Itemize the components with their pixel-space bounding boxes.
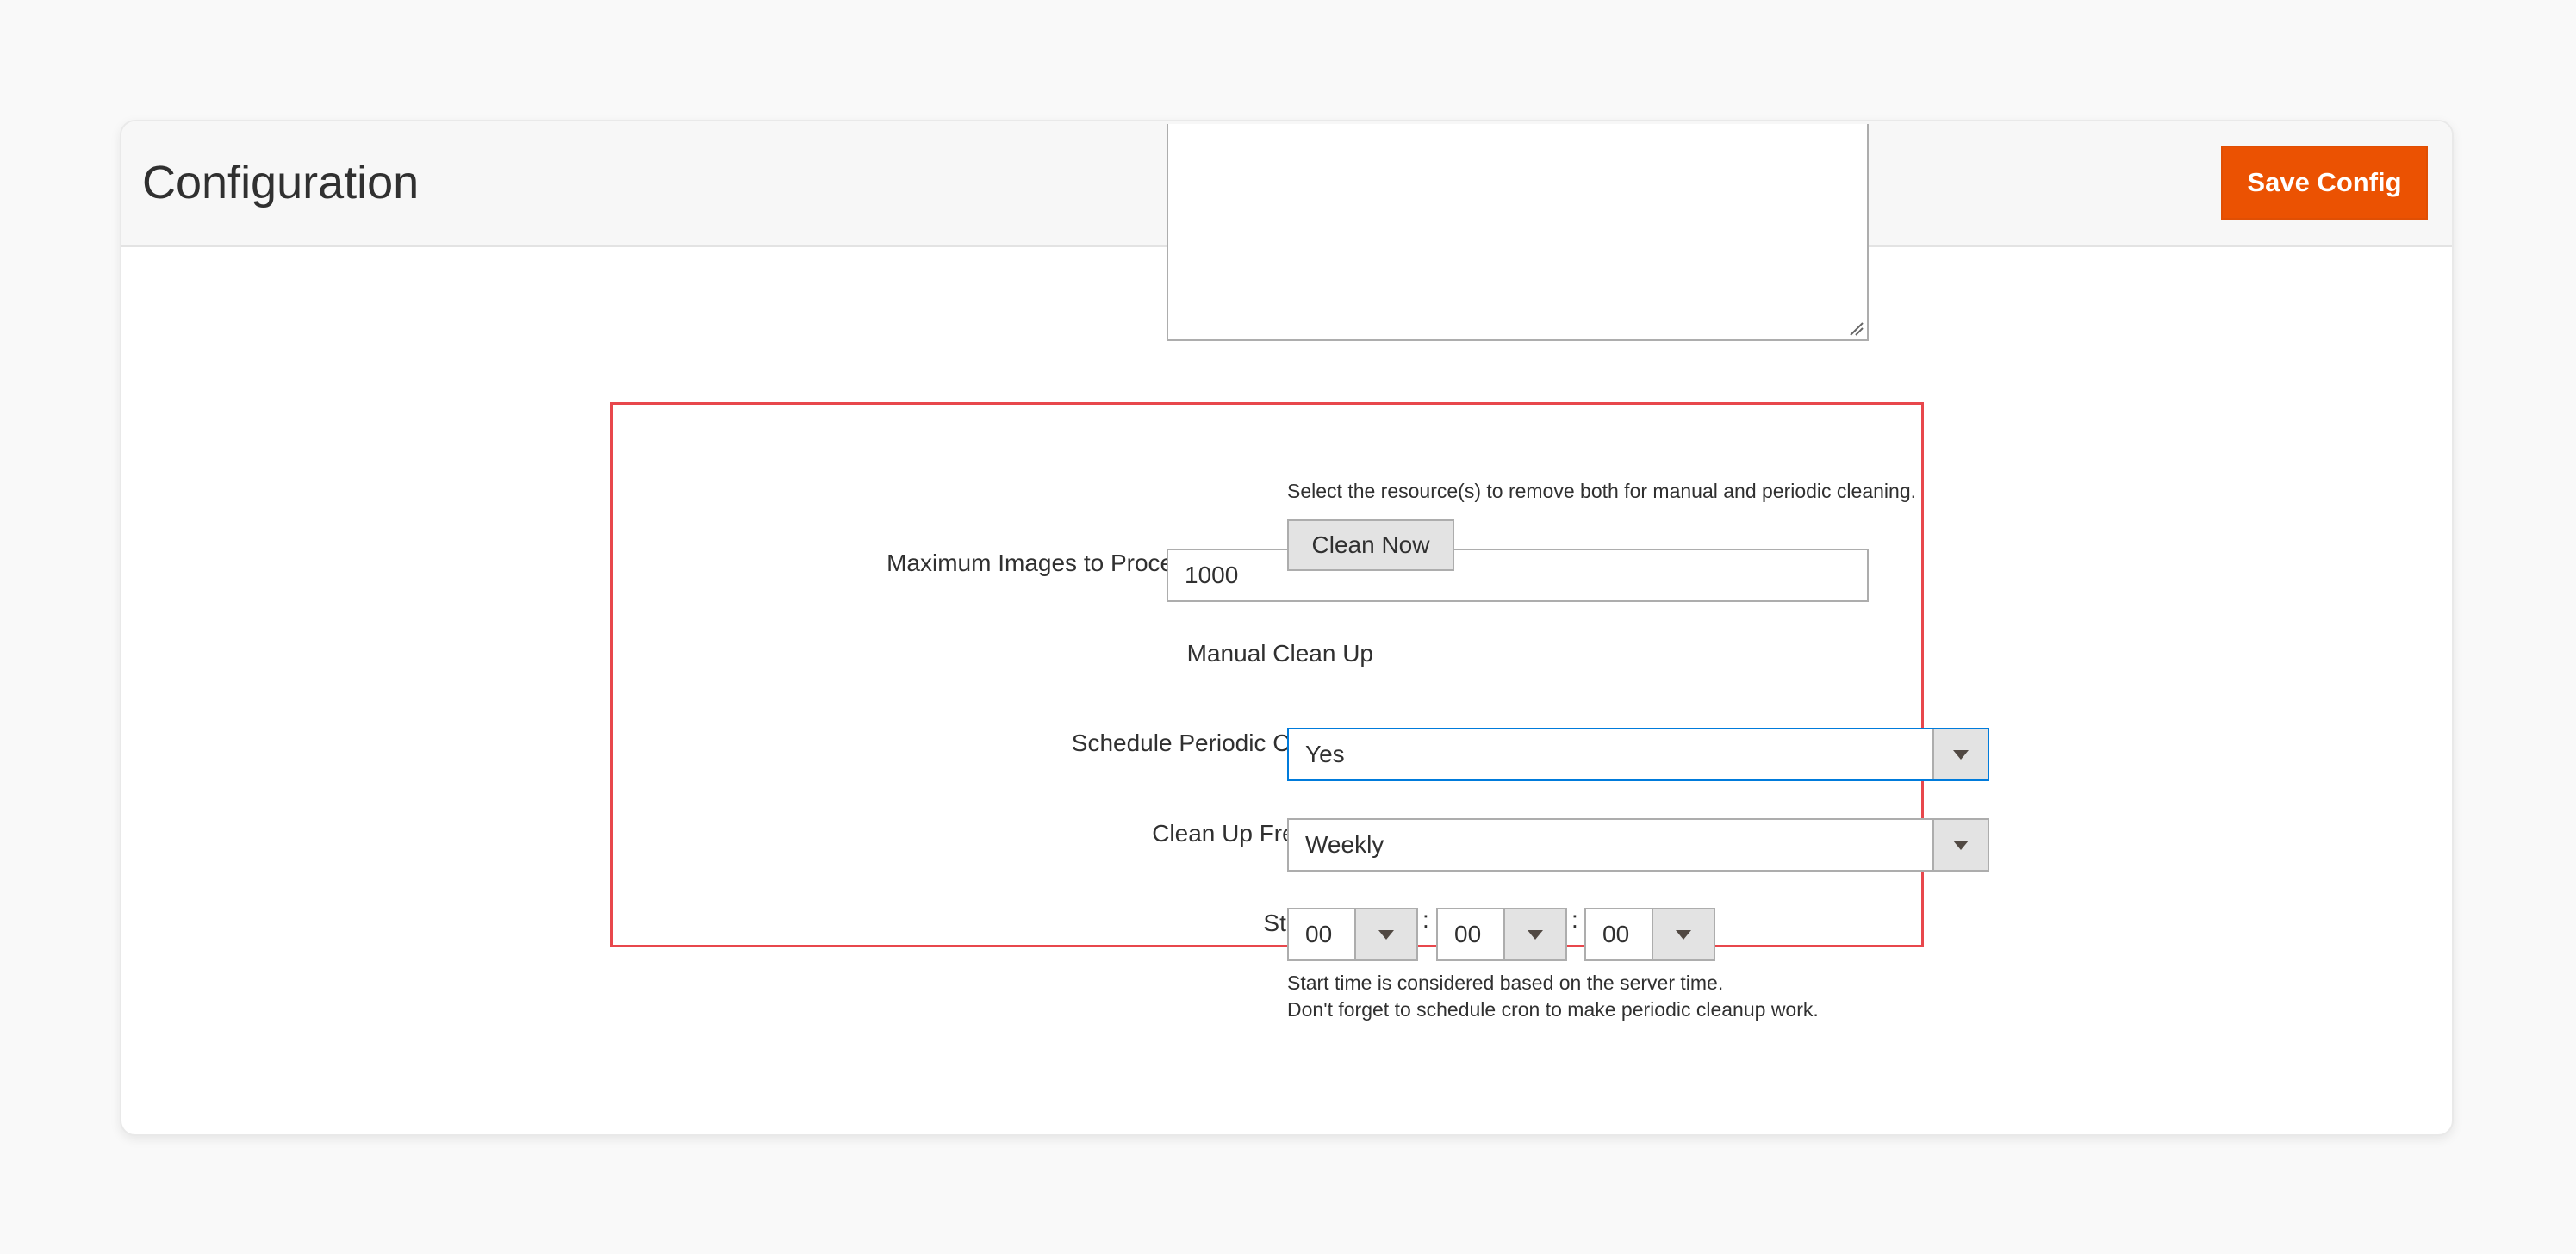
start-time-second-value: 00 [1602,921,1630,947]
chevron-down-icon [1528,930,1543,940]
hour-dropdown-toggle[interactable] [1354,909,1416,959]
page-title: Configuration [142,157,420,208]
resources-multiselect[interactable] [1167,124,1869,341]
time-separator: : [1422,906,1429,933]
start-time-hour-value: 00 [1305,921,1333,947]
clean-now-button[interactable]: Clean Now [1287,519,1454,571]
max-images-input[interactable]: 1000 [1167,549,1869,602]
chevron-down-icon [1378,930,1394,940]
schedule-periodic-dropdown-toggle[interactable] [1932,729,1988,779]
resize-handle-icon[interactable] [1848,320,1864,336]
chevron-down-icon [1676,930,1691,940]
manual-cleanup-label-text: Manual Clean Up [1186,640,1373,667]
start-time-hour-select[interactable]: 00 [1287,908,1418,961]
start-time-minute-value: 00 [1454,921,1482,947]
start-time-note-cron: Don't forget to schedule cron to make pe… [1287,998,1819,1021]
second-dropdown-toggle[interactable] [1652,909,1714,959]
save-config-button[interactable]: Save Config [2221,146,2428,220]
manual-cleanup-label: Manual Clean Up [1187,639,1373,668]
frequency-value: Weekly [1305,831,1384,858]
schedule-periodic-value: Yes [1305,741,1345,767]
start-time-second-select[interactable]: 00 [1584,908,1715,961]
chevron-down-icon [1953,750,1969,760]
schedule-periodic-select[interactable]: Yes [1287,728,1989,781]
frequency-dropdown-toggle[interactable] [1932,820,1988,870]
start-time-note-server: Start time is considered based on the se… [1287,972,1724,994]
frequency-select[interactable]: Weekly [1287,818,1989,872]
time-separator: : [1571,906,1578,933]
start-time-minute-select[interactable]: 00 [1436,908,1567,961]
minute-dropdown-toggle[interactable] [1503,909,1565,959]
chevron-down-icon [1953,841,1969,850]
